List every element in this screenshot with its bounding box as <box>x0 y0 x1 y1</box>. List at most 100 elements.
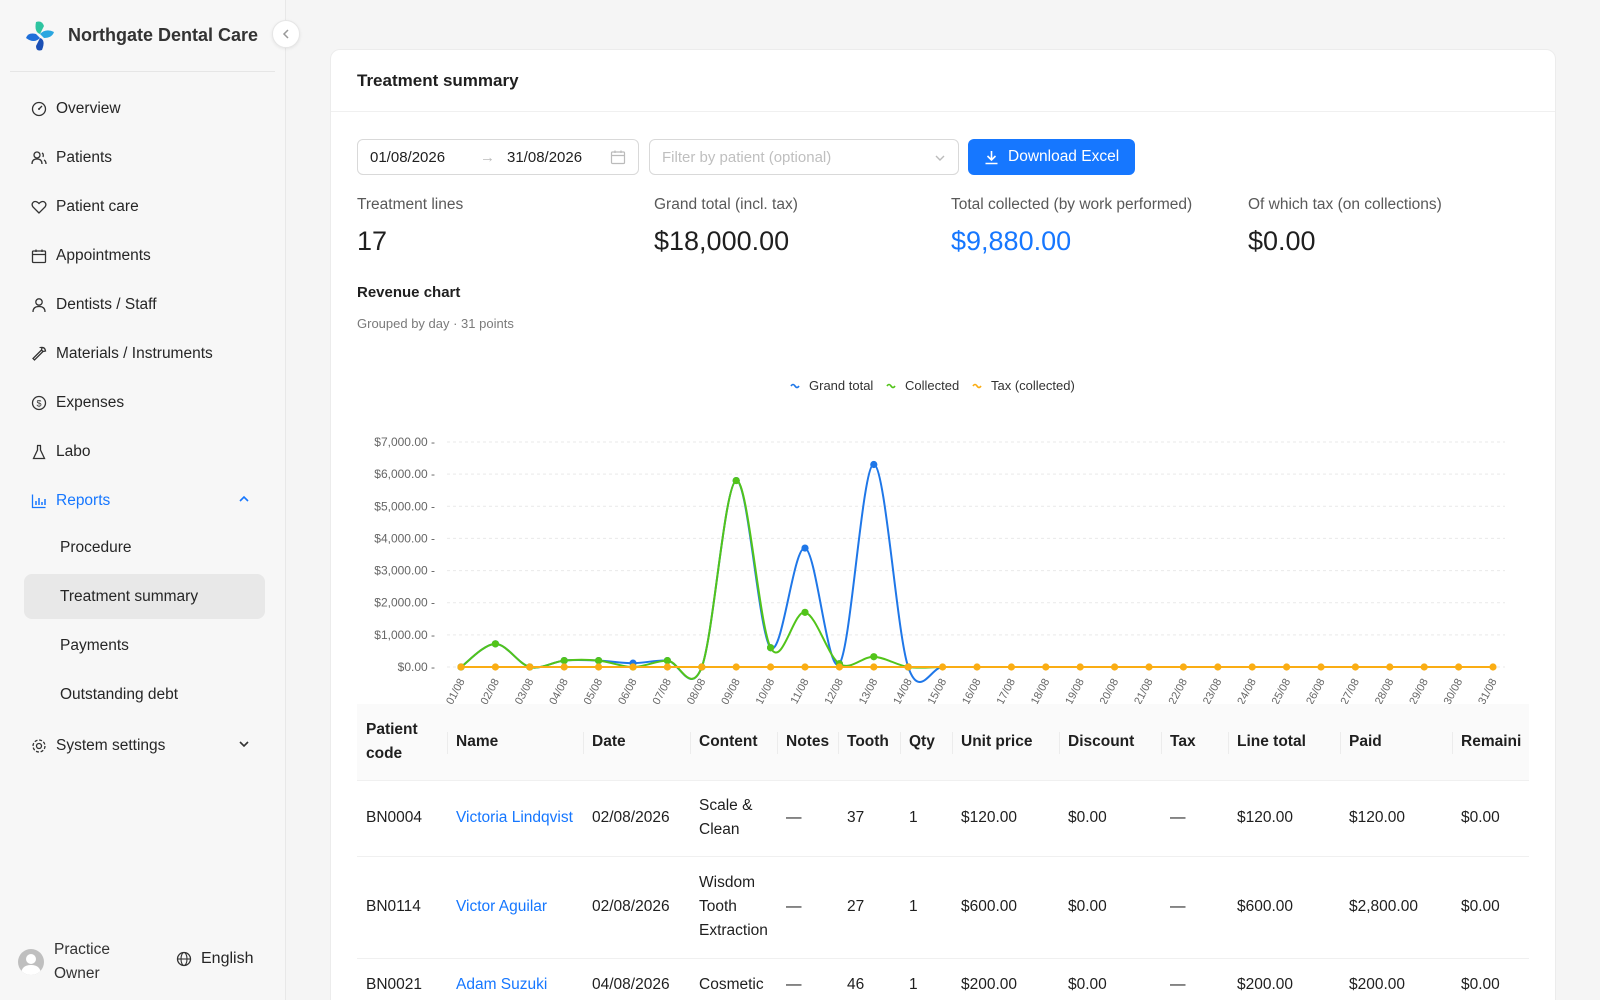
column-header[interactable]: Line total <box>1228 704 1340 781</box>
table-cell: 27 <box>838 856 900 959</box>
table-row[interactable]: BN0114 Victor Aguilar 02/08/2026 Wisdom Too… <box>357 856 1529 959</box>
table-cell: — <box>1161 780 1228 857</box>
column-header[interactable]: Name <box>447 704 583 781</box>
x-tick-label: 06/08 <box>616 677 640 707</box>
date-from-input[interactable]: 01/08/2026 <box>370 149 480 166</box>
user-name[interactable]: Practice Owner <box>54 938 154 986</box>
column-header[interactable]: Paid <box>1340 704 1452 781</box>
date-range-picker[interactable]: 01/08/2026 → 31/08/2026 <box>357 139 639 175</box>
stat-treatment-lines: Treatment lines 17 <box>357 196 654 257</box>
avatar[interactable] <box>18 949 44 975</box>
data-point <box>1111 663 1119 671</box>
y-tick-label: $6,000.00 - <box>374 467 435 481</box>
y-tick-label: $3,000.00 - <box>374 564 435 578</box>
main-nav: Overview Patients Patient care Appointme… <box>0 72 285 770</box>
nav-item-overview[interactable]: Overview <box>0 84 285 133</box>
data-point <box>595 656 603 665</box>
x-tick-label: 22/08 <box>1167 677 1191 707</box>
sub-item-payments[interactable]: Payments <box>24 623 265 668</box>
arrow-right-icon: → <box>480 148 495 166</box>
nav-item-patients[interactable]: Patients <box>0 133 285 182</box>
language-switcher[interactable]: English <box>176 950 253 968</box>
data-point <box>801 663 809 671</box>
nav-item-label: Materials / Instruments <box>56 344 213 362</box>
sub-item-outstanding-debt[interactable]: Outstanding debt <box>24 672 265 717</box>
column-header[interactable]: Discount <box>1059 704 1161 781</box>
table-cell: — <box>777 780 838 857</box>
legend-label: Grand total <box>809 378 873 393</box>
x-tick-label: 30/08 <box>1442 677 1466 707</box>
x-tick-label: 16/08 <box>960 677 984 707</box>
nav-item-system-settings[interactable]: System settings <box>0 721 285 770</box>
stat-value: $18,000.00 <box>654 226 790 256</box>
table-cell: 46 <box>838 958 900 1000</box>
patient-name-link[interactable]: Victor Aguilar <box>447 856 583 959</box>
data-point <box>629 663 637 671</box>
legend-label: Tax (collected) <box>991 378 1075 393</box>
patient-name-link[interactable]: Victoria Lindqvist <box>447 780 583 857</box>
legend-swatch <box>790 383 800 389</box>
calendar-icon <box>31 248 47 264</box>
nav-item-expenses[interactable]: $ Expenses <box>0 378 285 427</box>
globe-icon <box>176 951 192 967</box>
nav-item-dentists-staff[interactable]: Dentists / Staff <box>0 280 285 329</box>
x-tick-label: 24/08 <box>1235 677 1259 707</box>
y-tick-label: $1,000.00 - <box>374 628 435 642</box>
chevron-left-icon <box>282 29 289 39</box>
table-cell: 02/08/2026 <box>583 856 690 959</box>
x-tick-label: 13/08 <box>857 677 881 707</box>
nav-item-appointments[interactable]: Appointments <box>0 231 285 280</box>
x-tick-label: 28/08 <box>1373 677 1397 707</box>
column-header[interactable]: Patient code <box>357 704 447 781</box>
table-row[interactable]: BN0021 Adam Suzuki 04/08/2026 Cosmetic —46 1 $… <box>357 958 1529 1000</box>
table-cell: $120.00 <box>952 780 1059 857</box>
y-tick-label: $7,000.00 - <box>374 435 435 449</box>
data-point <box>1007 663 1016 671</box>
sub-item-treatment-summary[interactable]: Treatment summary <box>24 574 265 619</box>
column-header[interactable]: Content <box>690 704 777 781</box>
download-excel-button[interactable]: Download Excel <box>968 139 1136 175</box>
sub-item-procedure[interactable]: Procedure <box>24 525 265 570</box>
x-tick-label: 29/08 <box>1407 677 1431 707</box>
x-tick-label: 23/08 <box>1201 677 1225 707</box>
x-tick-label: 01/08 <box>444 677 468 707</box>
patient-filter-select[interactable]: Filter by patient (optional) <box>649 139 959 175</box>
nav-item-label: Reports <box>56 491 111 509</box>
table-row[interactable]: BN0004 Victoria Lindqvist 02/08/2026 Scale … <box>357 780 1529 857</box>
stat-label: Treatment lines <box>357 196 464 213</box>
patient-name-link[interactable]: Adam Suzuki <box>447 958 583 1000</box>
nav-item-labo[interactable]: Labo <box>0 427 285 476</box>
data-point <box>732 476 740 485</box>
table-cell: Wisdom Tooth Extraction <box>690 856 777 959</box>
x-tick-label: 08/08 <box>685 677 709 707</box>
data-point <box>1042 663 1050 671</box>
chevron-up-icon <box>238 492 250 510</box>
x-tick-label: 18/08 <box>1029 677 1053 707</box>
table-cell: BN0004 <box>357 780 447 857</box>
column-header[interactable]: Tax <box>1161 704 1228 781</box>
brand[interactable]: Northgate Dental Care <box>10 0 275 72</box>
data-point <box>1420 663 1428 671</box>
nav-item-patient-care[interactable]: Patient care <box>0 182 285 231</box>
x-tick-label: 21/08 <box>1132 677 1156 707</box>
series-line-grand-total <box>460 463 1493 683</box>
nav-item-materials-instruments[interactable]: Materials / Instruments <box>0 329 285 378</box>
data-point <box>663 663 671 671</box>
column-header[interactable]: Unit price <box>952 704 1059 781</box>
data-point <box>870 653 878 661</box>
patient-filter-placeholder: Filter by patient (optional) <box>662 148 832 166</box>
data-point <box>1386 663 1394 671</box>
column-header[interactable]: Tooth <box>838 704 900 781</box>
x-tick-label: 07/08 <box>651 677 675 707</box>
collapse-sidebar-button[interactable] <box>272 20 300 48</box>
column-header[interactable]: Date <box>583 704 690 781</box>
nav-item-reports[interactable]: Reports <box>0 476 285 525</box>
table-cell: Scale & Clean <box>690 780 777 857</box>
table-cell: 1 <box>900 958 952 1000</box>
table-cell: — <box>1161 958 1228 1000</box>
column-header[interactable]: Remaini <box>1452 704 1529 781</box>
x-tick-label: 12/08 <box>823 677 847 707</box>
column-header[interactable]: Notes <box>777 704 838 781</box>
column-header[interactable]: Qty <box>900 704 952 781</box>
date-to-input[interactable]: 31/08/2026 <box>507 149 582 166</box>
